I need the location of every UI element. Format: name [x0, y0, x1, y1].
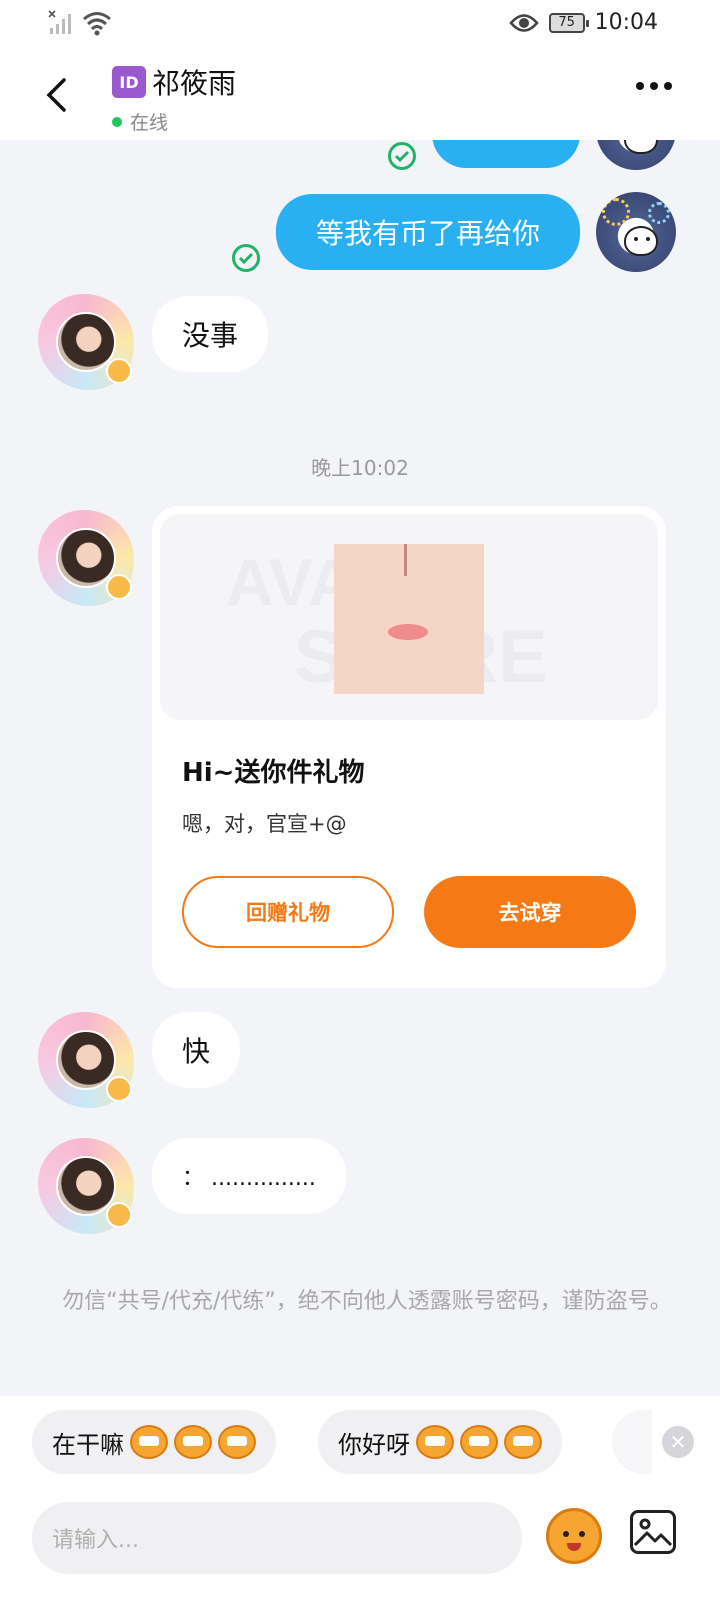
wifi-icon — [83, 12, 111, 36]
gift-item-image — [334, 544, 484, 694]
gift-preview[interactable]: AVATAR STORE — [160, 514, 658, 720]
message-bubble-received[interactable]: 快 — [152, 1012, 241, 1088]
contact-avatar[interactable] — [38, 1012, 134, 1108]
avatar-photo — [56, 1156, 116, 1216]
more-dot — [650, 82, 658, 90]
my-avatar[interactable] — [596, 140, 676, 170]
gift-card[interactable]: AVATAR STORE Hi~送你件礼物 嗯，对，官宣+@ 回赠礼物 去试穿 — [152, 506, 666, 988]
more-dot — [664, 82, 672, 90]
status-right: 75 10:04 — [508, 10, 658, 35]
message-bubble-received[interactable]: 没事 — [152, 296, 269, 372]
avatar-deco-icon — [106, 358, 132, 384]
contact-avatar[interactable] — [38, 1138, 134, 1234]
message-input[interactable]: 请输入... — [32, 1502, 522, 1574]
monkey-emoji-icon — [174, 1425, 212, 1459]
eye-icon — [508, 13, 539, 32]
chat-area[interactable]: 等我有币了再给你 没事 晚上10:02 AVATAR STORE Hi~送你件礼… — [0, 140, 720, 1396]
chat-header: ID 祁筱雨 在线 — [0, 50, 720, 140]
monkey-emoji-icon — [416, 1425, 454, 1459]
more-button[interactable] — [636, 82, 672, 90]
message-bubble-sent-partial[interactable] — [432, 140, 580, 168]
online-dot-icon — [112, 116, 122, 127]
firework-deco — [648, 202, 670, 224]
quick-reply-chip[interactable]: 你好呀 — [318, 1410, 562, 1474]
close-quick-replies-icon[interactable]: ✕ — [662, 1426, 694, 1458]
avatar-deco-icon — [106, 574, 132, 600]
cat-face — [624, 226, 658, 256]
quick-reply-label: 在干嘛 — [52, 1430, 124, 1459]
read-check-icon — [232, 244, 260, 272]
face-lips — [388, 624, 428, 640]
return-gift-button[interactable]: 回赠礼物 — [182, 876, 394, 948]
monkey-emoji-icon — [460, 1425, 498, 1459]
message-bubble-sent[interactable]: 等我有币了再给你 — [276, 194, 580, 270]
message-bubble-received[interactable]: ： ............... — [152, 1138, 346, 1214]
presence-row: 在线 — [112, 108, 236, 135]
title-block: ID 祁筱雨 在线 — [112, 62, 236, 135]
composer-area: 在干嘛 你好呀 ✕ 请输入... — [0, 1396, 720, 1600]
status-left — [48, 10, 112, 36]
contact-avatar[interactable] — [38, 294, 134, 390]
read-check-icon — [388, 142, 416, 170]
contact-avatar[interactable] — [38, 510, 134, 606]
title-row: ID 祁筱雨 — [112, 62, 236, 102]
id-badge-icon: ID — [112, 66, 146, 98]
monkey-emoji-icon — [130, 1425, 168, 1459]
monkey-emoji-icon — [218, 1425, 256, 1459]
chevron-left-icon — [46, 78, 66, 112]
quick-reply-chip[interactable]: 在干嘛 — [32, 1410, 276, 1474]
message-timestamp: 晚上10:02 — [311, 456, 409, 480]
monkey-emoji-icon — [504, 1425, 542, 1459]
more-dot — [636, 82, 644, 90]
cat-face — [624, 140, 658, 154]
avatar-photo — [56, 528, 116, 588]
emoji-button[interactable] — [546, 1508, 602, 1564]
security-warning: 勿信“共号/代充/代练”，绝不向他人透露账号密码，谨防盗号。 — [62, 1289, 672, 1314]
firework-deco — [602, 198, 630, 226]
quick-reply-chip-partial[interactable] — [612, 1410, 652, 1474]
avatar-deco-icon — [106, 1076, 132, 1102]
battery-icon: 75 — [548, 12, 589, 33]
avatar-photo — [56, 312, 116, 372]
gift-title: Hi~送你件礼物 — [182, 758, 365, 788]
gift-description: 嗯，对，官宣+@ — [182, 812, 347, 836]
avatar-photo — [56, 1030, 116, 1090]
presence-status: 在线 — [130, 112, 169, 134]
status-bar: 75 10:04 — [0, 0, 720, 50]
status-time: 10:04 — [594, 10, 658, 35]
signal-off-icon — [48, 10, 71, 34]
back-button[interactable] — [36, 70, 76, 120]
my-avatar[interactable] — [596, 192, 676, 272]
face-nose — [404, 544, 407, 576]
try-on-button[interactable]: 去试穿 — [424, 876, 636, 948]
image-icon — [633, 1518, 673, 1547]
avatar-deco-icon — [106, 1202, 132, 1228]
quick-reply-label: 你好呀 — [338, 1430, 410, 1459]
page-title[interactable]: 祁筱雨 — [152, 62, 236, 102]
image-button[interactable] — [630, 1510, 676, 1554]
